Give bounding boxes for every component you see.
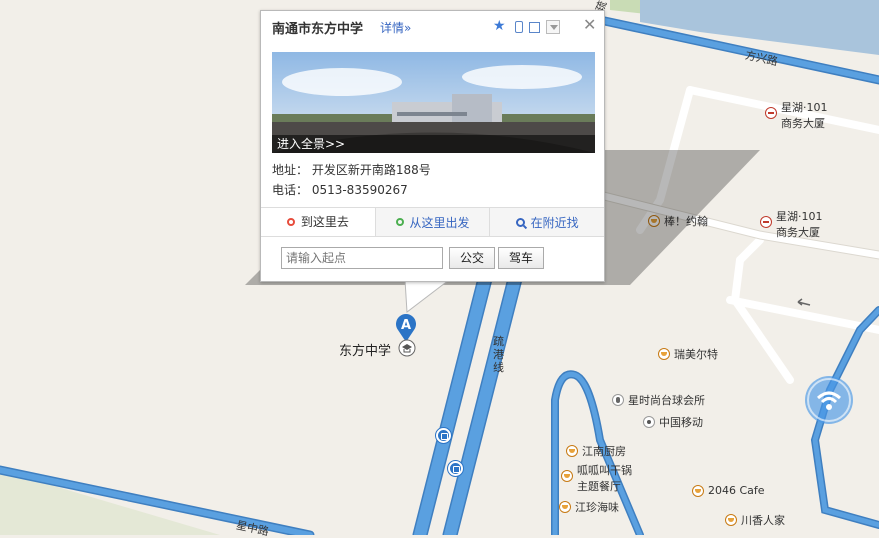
poi-chinamobile[interactable]: 中国移动 (643, 414, 703, 430)
place-icon (643, 416, 655, 428)
tab-start-here[interactable]: 从这里出发 (374, 208, 490, 236)
road-label-shugang-char-2: 港 (493, 348, 504, 361)
entertainment-icon (612, 394, 624, 406)
wifi-icon (807, 378, 851, 422)
restaurant-icon (658, 348, 670, 360)
address-text: 地址： 开发区新开南路188号 (272, 163, 431, 177)
poi-bangyuehan[interactable]: 棒！约翰 (648, 213, 708, 229)
school-icon (398, 339, 416, 357)
bus-button[interactable]: 公交 (449, 247, 495, 269)
phone-text: 电话： 0513-83590267 (272, 183, 408, 197)
popup-pointer (404, 280, 450, 313)
location-marker-a[interactable]: A (394, 312, 418, 342)
poi-label-line1: 星湖·101 (781, 101, 828, 114)
poi-label-line1: 呱呱叫干锅 (577, 464, 632, 477)
road-label-shugang-char-3: 线 (493, 361, 504, 374)
tab-go-here-label: 到这里去 (300, 215, 349, 229)
poi-label: 星时尚台球会所 (628, 394, 705, 407)
place-info-popup: 南通市东方中学 详情» ✕ 进入全景>> 地址： 开发区新 (260, 10, 605, 282)
poi-xinghu-1[interactable]: 星湖·101 商务大厦 (765, 99, 828, 131)
poi-jiangzhen[interactable]: 江珍海味 (559, 499, 619, 515)
restaurant-icon (648, 215, 660, 227)
route-tabs: 到这里去 从这里出发 在附近找 (261, 207, 604, 237)
poi-chuanxiang[interactable]: 川香人家 (725, 512, 785, 528)
wifi-locate-button[interactable] (805, 376, 853, 424)
poi-label: 瑞美尔特 (674, 348, 718, 361)
poi-label: 2046 Cafe (708, 484, 765, 497)
bus-stop-icon[interactable] (436, 428, 451, 443)
poi-label: 江珍海味 (575, 501, 619, 514)
restaurant-icon (559, 501, 571, 513)
restaurant-icon (725, 514, 737, 526)
tab-search-nearby[interactable]: 在附近找 (489, 208, 604, 236)
restaurant-icon (692, 484, 704, 497)
red-circle-icon (286, 217, 295, 226)
popup-title: 南通市东方中学 (272, 22, 364, 37)
poi-2046[interactable]: 2046 Cafe (692, 484, 765, 497)
marker-label: 东方中学 (339, 344, 392, 359)
poi-label: 棒！约翰 (664, 215, 708, 228)
poi-label: 江南厨房 (582, 445, 626, 458)
search-icon (515, 217, 525, 227)
star-icon[interactable] (493, 18, 507, 34)
detail-link[interactable]: 详情» (380, 19, 411, 36)
poi-label-line2: 商务大厦 (781, 117, 825, 130)
close-icon[interactable]: ✕ (583, 15, 596, 34)
poi-label: 中国移动 (659, 416, 703, 429)
phone-icon[interactable] (515, 21, 523, 33)
road-label-shugang: 疏 港 线 (493, 335, 504, 374)
poi-xinghu-2[interactable]: 星湖·101 商务大厦 (760, 208, 823, 240)
bus-stop-icon[interactable] (448, 461, 463, 476)
poi-label-line2: 主题餐厅 (577, 480, 621, 493)
panorama-image[interactable]: 进入全景>> (272, 52, 595, 153)
marker-letter: A (401, 318, 411, 333)
tab-go-here[interactable]: 到这里去 (261, 208, 375, 236)
restaurant-icon (566, 445, 578, 457)
popup-tools (493, 18, 560, 34)
edit-icon[interactable] (529, 21, 540, 33)
green-circle-icon (395, 218, 404, 226)
restaurant-icon (561, 470, 573, 482)
poi-label-line1: 星湖·101 (776, 210, 823, 223)
hotel-icon (765, 107, 777, 119)
poi-xingshishang[interactable]: 星时尚台球会所 (612, 392, 705, 408)
tab-start-here-label: 从这里出发 (409, 215, 470, 230)
poi-ruimeier[interactable]: 瑞美尔特 (658, 346, 718, 362)
start-point-input[interactable] (281, 247, 443, 269)
enter-panorama-link[interactable]: 进入全景>> (272, 135, 595, 153)
poi-label: 川香人家 (741, 514, 785, 527)
drive-button[interactable]: 驾车 (498, 247, 544, 269)
tab-search-nearby-label: 在附近找 (530, 215, 579, 230)
dropdown-icon[interactable] (546, 20, 560, 34)
poi-label-line2: 商务大厦 (776, 226, 820, 239)
poi-guagua[interactable]: 呱呱叫干锅 主题餐厅 (561, 462, 632, 494)
road-label-shugang-char-1: 疏 (493, 335, 504, 348)
hotel-icon (760, 216, 772, 228)
poi-jiangnan[interactable]: 江南厨房 (566, 443, 626, 459)
